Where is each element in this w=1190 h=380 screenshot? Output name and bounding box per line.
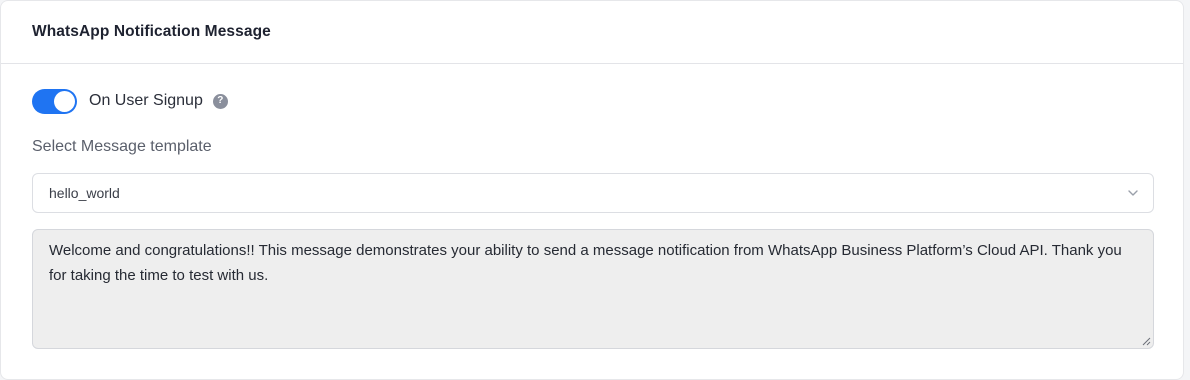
resize-handle-icon[interactable] [1142, 337, 1151, 346]
toggle-knob [54, 90, 75, 112]
message-preview-text: Welcome and congratulations!! This messa… [49, 242, 1122, 284]
card-title: WhatsApp Notification Message [32, 23, 271, 40]
message-preview-textarea[interactable]: Welcome and congratulations!! This messa… [32, 229, 1154, 349]
chevron-down-icon [1128, 190, 1138, 196]
user-signup-label: On User Signup [89, 92, 203, 109]
question-circle-icon[interactable]: ? [212, 93, 228, 109]
template-select-label: Select Message template [32, 138, 212, 155]
card-header: WhatsApp Notification Message [1, 1, 1183, 64]
user-signup-toggle[interactable] [32, 88, 77, 114]
template-select-value: hello_world [49, 185, 120, 201]
template-select[interactable]: hello_world [32, 173, 1154, 213]
signup-toggle-row: On User Signup ? [32, 88, 228, 114]
notification-card: WhatsApp Notification Message On User Si… [0, 0, 1184, 380]
